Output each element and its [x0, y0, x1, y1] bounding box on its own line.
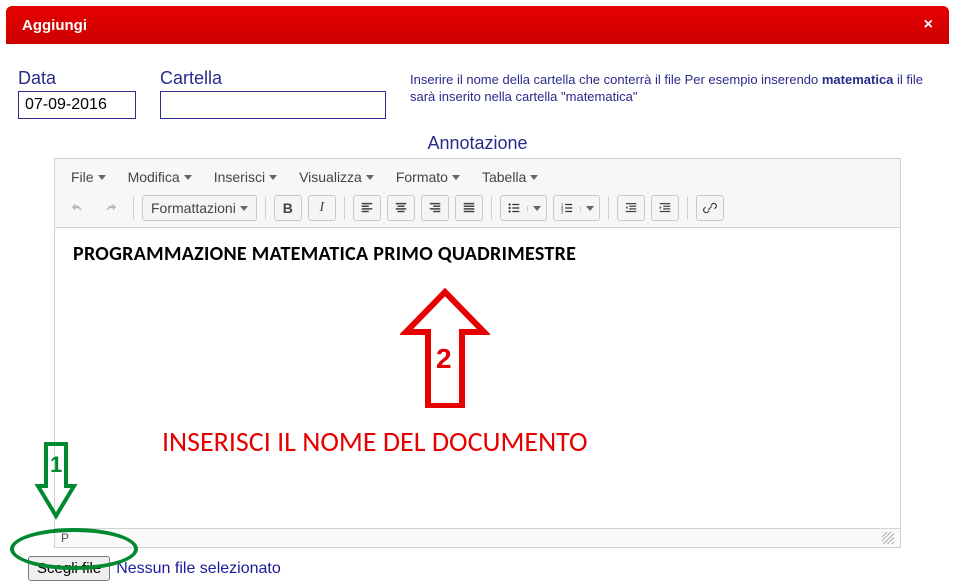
chevron-down-icon [98, 175, 106, 180]
separator [133, 197, 134, 219]
form-row: Data Cartella Inserire il nome della car… [0, 50, 955, 125]
chevron-down-icon [269, 175, 277, 180]
separator [687, 197, 688, 219]
menu-file[interactable]: File [63, 165, 114, 189]
file-chooser-row: Scegli file Nessun file selezionato [0, 548, 955, 581]
menu-edit[interactable]: Modifica [120, 165, 200, 189]
redo-icon[interactable] [97, 195, 125, 221]
annotation-step-2-label: 2 [436, 343, 452, 374]
chevron-down-icon [533, 206, 541, 211]
numbered-list-icon: 123 [554, 201, 580, 215]
chevron-down-icon [184, 175, 192, 180]
align-right-icon[interactable] [421, 195, 449, 221]
bulleted-list-button[interactable] [500, 195, 547, 221]
annotation-step-2-arrow: 2 [400, 288, 490, 413]
chevron-down-icon [366, 175, 374, 180]
annotation-instruction: INSERISCI IL NOME DEL DOCUMENTO [162, 424, 588, 459]
toolbar-buttons-row: Formattazioni B I [63, 195, 892, 221]
date-field-group: Data [18, 68, 136, 119]
separator [265, 197, 266, 219]
bold-icon[interactable]: B [274, 195, 302, 221]
file-chooser-status: Nessun file selezionato [116, 560, 281, 578]
close-icon[interactable]: × [924, 16, 933, 34]
editor-statusbar: P [55, 528, 900, 547]
formatting-dropdown[interactable]: Formattazioni [142, 195, 257, 221]
chevron-down-icon [530, 175, 538, 180]
bulleted-list-icon [501, 201, 527, 215]
align-justify-icon[interactable] [455, 195, 483, 221]
folder-hint: Inserire il nome della cartella che cont… [410, 68, 930, 106]
folder-input[interactable] [160, 91, 386, 119]
chevron-down-icon [240, 206, 248, 211]
separator [608, 197, 609, 219]
outdent-icon[interactable] [617, 195, 645, 221]
choose-file-button[interactable]: Scegli file [28, 556, 110, 581]
svg-text:3: 3 [561, 209, 564, 214]
undo-icon[interactable] [63, 195, 91, 221]
align-left-icon[interactable] [353, 195, 381, 221]
align-center-icon[interactable] [387, 195, 415, 221]
date-input[interactable] [18, 91, 136, 119]
menu-format[interactable]: Formato [388, 165, 468, 189]
document-title-text: PROGRAMMAZIONE MATEMATICA PRIMO QUADRIME… [73, 242, 882, 266]
element-path: P [61, 531, 69, 545]
hint-pre: Inserire il nome della cartella che cont… [410, 72, 822, 87]
italic-icon[interactable]: I [308, 195, 336, 221]
folder-field-group: Cartella [160, 68, 386, 119]
link-icon[interactable] [696, 195, 724, 221]
chevron-down-icon [452, 175, 460, 180]
separator [491, 197, 492, 219]
chevron-down-icon [586, 206, 594, 211]
numbered-list-button[interactable]: 123 [553, 195, 600, 221]
toolbar-menus-row: File Modifica Inserisci Visualizza Forma… [63, 165, 892, 189]
menu-insert[interactable]: Inserisci [206, 165, 285, 189]
modal-title: Aggiungi [22, 17, 87, 34]
date-label: Data [18, 68, 136, 89]
menu-view[interactable]: Visualizza [291, 165, 382, 189]
hint-bold: matematica [822, 72, 894, 87]
annotation-step-1-arrow: 1 [36, 442, 76, 523]
annotation-step-1-label: 1 [50, 452, 62, 477]
indent-icon[interactable] [651, 195, 679, 221]
editor-toolbar: File Modifica Inserisci Visualizza Forma… [55, 159, 900, 228]
menu-table[interactable]: Tabella [474, 165, 546, 189]
annotation-label: Annotazione [0, 133, 955, 154]
resize-grip-icon[interactable] [882, 532, 894, 544]
modal-header: Aggiungi × [6, 6, 949, 44]
separator [344, 197, 345, 219]
folder-label: Cartella [160, 68, 386, 89]
